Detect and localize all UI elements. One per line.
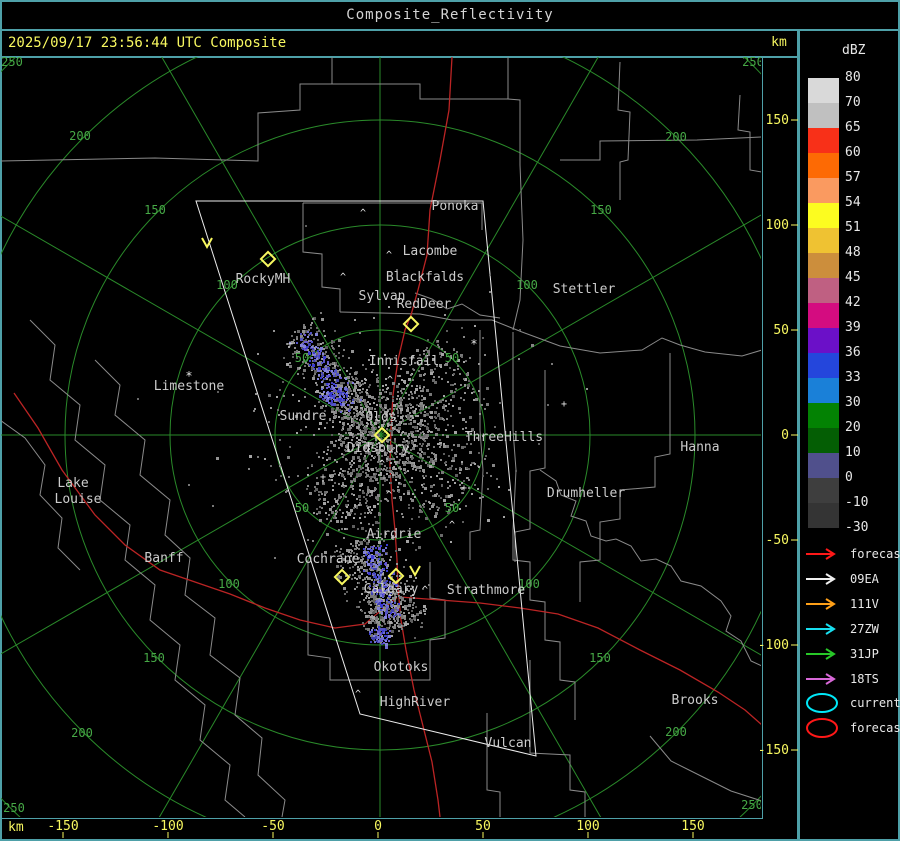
colorbar-tick-label: 57 xyxy=(845,170,885,185)
colorbar-band xyxy=(808,453,839,478)
colorbar-band xyxy=(808,303,839,328)
colorbar-band xyxy=(808,353,839,378)
colorbar-tick-label: 80 xyxy=(845,70,885,85)
colorbar-band xyxy=(808,278,839,303)
legend-arrow-icon xyxy=(804,646,842,662)
legend-label: 18TS xyxy=(850,672,879,686)
legend-label: 111V xyxy=(850,597,879,611)
legend-arrow-icon xyxy=(804,596,842,612)
window-title: Composite_Reflectivity xyxy=(346,7,553,23)
colorbar-band xyxy=(808,128,839,153)
legend-row-arrow: forecast xyxy=(804,546,900,562)
colorbar-band xyxy=(808,378,839,403)
legend-row-arrow: 31JP xyxy=(804,646,879,662)
colorbar-tick-label: 0 xyxy=(845,470,885,485)
legend-arrow-icon xyxy=(804,671,842,687)
colorbar-tick-label: 70 xyxy=(845,95,885,110)
colorbar-tick-label: -10 xyxy=(845,495,885,510)
colorbar-tick-label: 54 xyxy=(845,195,885,210)
legend-ellipse-icon xyxy=(804,691,842,715)
legend-label: 27ZW xyxy=(850,622,879,636)
colorbar-band xyxy=(808,403,839,428)
colorbar-tick-label: 51 xyxy=(845,220,885,235)
legend-arrow-icon xyxy=(804,621,842,637)
colorbar-band xyxy=(808,178,839,203)
timestamp-label: 2025/09/17 23:56:44 UTC Composite xyxy=(8,35,286,51)
legend-row-arrow: 27ZW xyxy=(804,621,879,637)
colorbar-tick-label: 42 xyxy=(845,295,885,310)
legend-label: current xyxy=(850,696,900,710)
legend-label: 31JP xyxy=(850,647,879,661)
colorbar-title: dBZ xyxy=(842,43,865,58)
colorbar-tick-label: 30 xyxy=(845,395,885,410)
colorbar-band xyxy=(808,203,839,228)
legend-arrow-icon xyxy=(804,546,842,562)
legend-label: forecast xyxy=(850,547,900,561)
legend-label: forecast xyxy=(850,721,900,735)
colorbar-band xyxy=(808,78,839,103)
colorbar-band xyxy=(808,103,839,128)
colorbar-band xyxy=(808,478,839,503)
legend-row-arrow: 18TS xyxy=(804,671,879,687)
colorbar-tick-label: 20 xyxy=(845,420,885,435)
map-border xyxy=(0,56,763,819)
right-axis-unit: km xyxy=(762,35,796,50)
legend-row-ellipse: current xyxy=(804,691,900,715)
header-row: 2025/09/17 23:56:44 UTC Composite km xyxy=(0,31,798,58)
colorbar-tick-label: 60 xyxy=(845,145,885,160)
colorbar-panel: dBZ 80 70 65 60 57 54 51 48 45 42 39 36 33 30 20 10 0 -10… xyxy=(800,31,900,841)
colorbar-tick-label: 10 xyxy=(845,445,885,460)
legend-row-arrow: 111V xyxy=(804,596,879,612)
colorbar-band xyxy=(808,428,839,453)
colorbar-band xyxy=(808,503,839,528)
colorbar-tick-label: 65 xyxy=(845,120,885,135)
radar-app-window: { "window": { "title": "Composite_Reflec… xyxy=(0,0,900,841)
colorbar-band xyxy=(808,153,839,178)
legend-row-ellipse: forecast xyxy=(804,716,900,740)
colorbar-tick-label: -30 xyxy=(845,520,885,535)
colorbar-tick-label: 36 xyxy=(845,345,885,360)
colorbar-band xyxy=(808,253,839,278)
colorbar-tick-label: 48 xyxy=(845,245,885,260)
legend-row-arrow: 09EA xyxy=(804,571,879,587)
colorbar-band xyxy=(808,328,839,353)
legend-arrow-icon xyxy=(804,571,842,587)
colorbar-tick-label: 45 xyxy=(845,270,885,285)
legend-ellipse-icon xyxy=(804,716,842,740)
colorbar-band xyxy=(808,228,839,253)
title-bar: Composite_Reflectivity xyxy=(0,0,900,31)
colorbar-tick-label: 39 xyxy=(845,320,885,335)
legend-label: 09EA xyxy=(850,572,879,586)
colorbar-tick-label: 33 xyxy=(845,370,885,385)
